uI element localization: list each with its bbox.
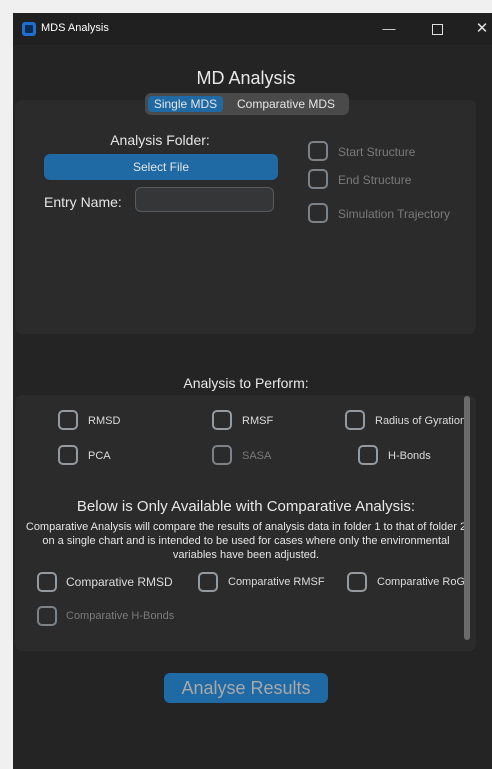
comparative-rmsf-checkbox[interactable]	[198, 572, 218, 592]
comparative-rmsd-checkbox[interactable]	[37, 572, 57, 592]
analysis-folder-label: Analysis Folder:	[110, 132, 210, 148]
tab-single-mds[interactable]: Single MDS	[148, 96, 223, 112]
end-structure-label: End Structure	[338, 173, 412, 187]
entry-name-input[interactable]	[135, 187, 274, 212]
pca-label: PCA	[88, 450, 111, 462]
comparative-rmsf-label: Comparative RMSF	[228, 576, 325, 588]
minimize-button[interactable]: —	[379, 19, 399, 39]
start-structure-checkbox[interactable]	[308, 141, 328, 161]
analysis-scrollbar[interactable]	[464, 396, 470, 640]
tab-comparative-mds[interactable]: Comparative MDS	[226, 96, 346, 112]
start-structure-label: Start Structure	[338, 145, 416, 159]
analysis-section-title: Analysis to Perform:	[183, 375, 309, 391]
simulation-trajectory-label: Simulation Trajectory	[338, 207, 451, 221]
maximize-button[interactable]	[427, 19, 447, 39]
title-bar[interactable]: MDS Analysis — ✕	[13, 13, 492, 45]
radius-of-gyration-checkbox[interactable]	[345, 410, 365, 430]
rmsf-label: RMSF	[242, 415, 274, 427]
h-bonds-checkbox[interactable]	[358, 445, 378, 465]
comparative-h-bonds-label: Comparative H-Bonds	[66, 610, 175, 622]
close-button[interactable]: ✕	[472, 19, 492, 39]
page-title: MD Analysis	[196, 68, 296, 88]
radius-of-gyration-label: Radius of Gyration	[375, 415, 467, 427]
analyse-results-button[interactable]: Analyse Results	[164, 673, 328, 703]
rmsd-checkbox[interactable]	[58, 410, 78, 430]
entry-name-label: Entry Name:	[44, 194, 122, 210]
sasa-checkbox[interactable]	[212, 445, 232, 465]
comparative-rog-label: Comparative RoG	[377, 576, 466, 588]
rmsd-label: RMSD	[88, 415, 121, 427]
h-bonds-label: H-Bonds	[388, 450, 431, 462]
simulation-trajectory-checkbox[interactable]	[308, 203, 328, 223]
mode-segmented-control: Single MDS Comparative MDS	[145, 93, 349, 115]
sasa-label: SASA	[242, 450, 272, 462]
comparative-rmsd-label: Comparative RMSD	[66, 575, 173, 589]
comparative-section-title: Below is Only Available with Comparative…	[76, 498, 416, 515]
comparative-rog-checkbox[interactable]	[347, 572, 367, 592]
app-icon	[22, 22, 36, 36]
maximize-icon	[431, 24, 443, 36]
window-title: MDS Analysis	[41, 22, 109, 34]
select-file-button[interactable]: Select File	[44, 154, 278, 180]
end-structure-checkbox[interactable]	[308, 169, 328, 189]
rmsf-checkbox[interactable]	[212, 410, 232, 430]
pca-checkbox[interactable]	[58, 445, 78, 465]
comparative-description: Comparative Analysis will compare the re…	[25, 521, 467, 561]
comparative-h-bonds-checkbox[interactable]	[37, 606, 57, 626]
